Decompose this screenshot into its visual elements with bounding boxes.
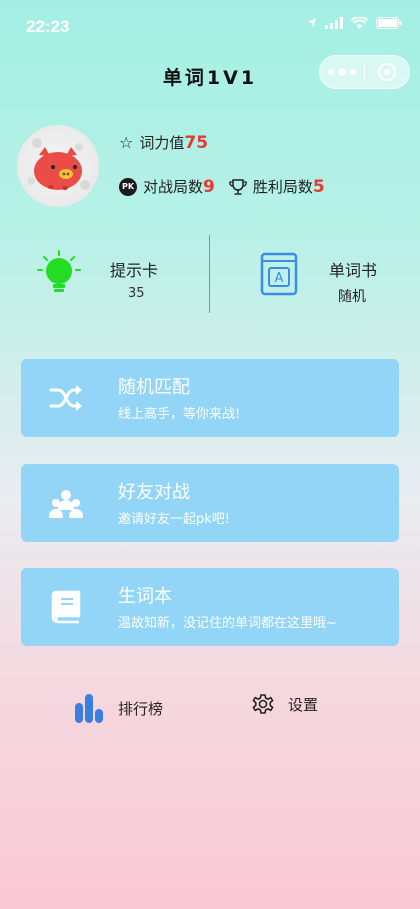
random-match-title: 随机匹配 [118,377,190,398]
bar-chart-icon [75,694,103,723]
divider [209,235,210,313]
pk-icon: PK [119,177,137,196]
status-bar: 22:23 [0,0,420,52]
signal-icon [325,17,343,29]
vocab-score-row: ☆ 词力值 75 [119,132,208,153]
win-count-label: 胜利局数 [252,178,313,196]
friend-battle-title: 好友对战 [118,482,190,503]
more-menu-button[interactable] [320,56,364,88]
vocabulary-book-subtitle: 温故知新，没记住的单词都在这里哦~ [118,616,337,631]
notebook-icon [51,590,81,624]
vocab-score-value: 75 [184,132,209,153]
battle-count-value: 9 [203,176,215,197]
hint-card-label: 提示卡 [110,261,159,280]
battle-count-label: 对战局数 [143,178,204,196]
close-miniprogram-button[interactable] [365,56,409,88]
battery-icon [376,17,402,29]
friend-battle-subtitle: 邀请好友一起pk吧! [118,512,230,527]
book-letter: A [275,271,284,286]
location-arrow-icon [308,18,316,28]
star-icon: ☆ [119,133,134,152]
wordbook-value: 随机 [338,289,366,305]
settings-label: 设置 [288,695,319,714]
wifi-icon [351,17,368,29]
leaderboard-button[interactable]: 排行榜 [74,693,163,723]
settings-button[interactable]: 设置 [252,693,318,715]
leaderboard-label: 排行榜 [118,699,164,718]
wordbook-button[interactable]: A [260,251,298,297]
gear-icon [252,694,274,714]
wordbook-label: 单词书 [329,261,378,280]
lightbulb-icon [37,250,81,292]
status-icons [307,17,402,29]
shuffle-icon [49,385,82,411]
hint-card-button[interactable] [36,250,82,296]
vocabulary-book-title: 生词本 [118,586,172,607]
battle-stats-row: PK 对战局数 9 胜利局数 5 [119,176,325,197]
avatar[interactable] [17,125,99,207]
pig-avatar-icon [27,138,90,190]
group-icon [49,490,83,518]
book-icon: A [260,252,298,296]
miniprogram-capsule [319,55,410,89]
vocab-score-label: 词力值 [139,134,185,152]
hint-card-count: 35 [128,286,145,301]
trophy-icon [229,178,247,196]
close-circle-icon [378,63,396,81]
random-match-card[interactable]: 随机匹配 线上高手，等你来战! [21,359,399,437]
random-match-subtitle: 线上高手，等你来战! [118,407,241,422]
status-time: 22:23 [26,17,70,36]
vocabulary-book-card[interactable]: 生词本 温故知新，没记住的单词都在这里哦~ [21,568,399,646]
win-count-value: 5 [312,176,325,197]
friend-battle-card[interactable]: 好友对战 邀请好友一起pk吧! [21,464,399,542]
